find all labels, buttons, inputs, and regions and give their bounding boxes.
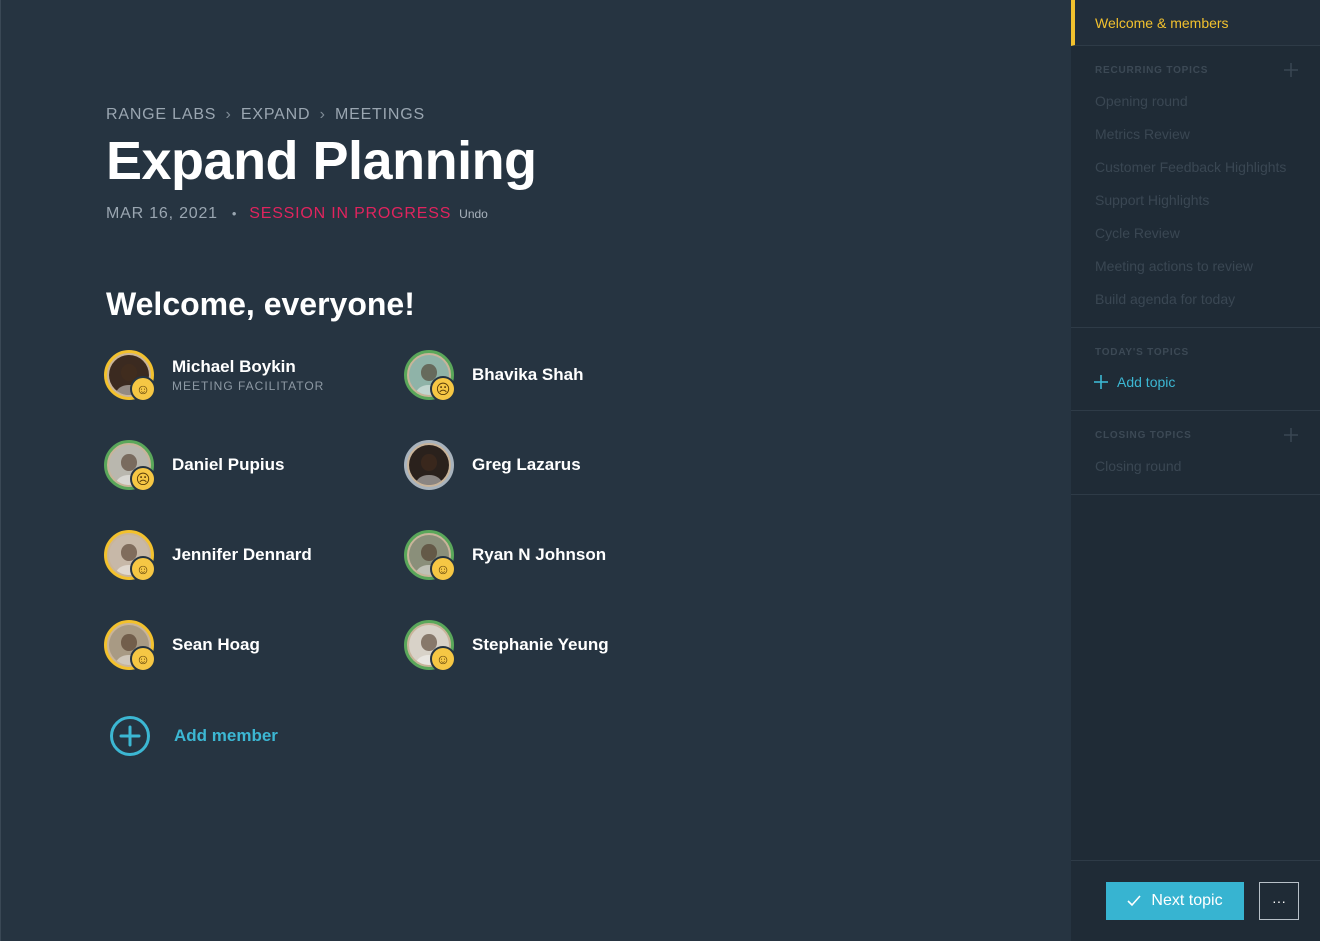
page-title: Expand Planning (106, 131, 537, 191)
main-content: RANGE LABS › EXPAND › MEETINGS Expand Pl… (1, 0, 1071, 941)
undo-link[interactable]: Undo (459, 207, 488, 221)
avatar: ☹ (104, 440, 156, 492)
member-name: Daniel Pupius (172, 455, 285, 474)
sidebar-topic-item[interactable]: Build agenda for today (1071, 282, 1320, 315)
avatar: ☹ (404, 350, 456, 402)
member-info: Bhavika Shah (472, 365, 584, 385)
member-name: Michael Boykin (172, 357, 296, 376)
section-heading-label: RECURRING TOPICS (1095, 64, 1209, 76)
member-info: Jennifer Dennard (172, 545, 312, 565)
member-card[interactable]: Greg Lazarus (404, 437, 581, 493)
avatar: ☺ (104, 620, 156, 672)
member-info: Sean Hoag (172, 635, 260, 655)
mood-emoji-icon: ☹ (430, 376, 456, 402)
member-name: Sean Hoag (172, 635, 260, 654)
welcome-heading: Welcome, everyone! (106, 286, 415, 322)
sidebar-topic-item[interactable]: Metrics Review (1071, 117, 1320, 150)
mood-emoji-icon: ☺ (130, 556, 156, 582)
add-recurring-topic-button[interactable] (1281, 60, 1301, 80)
member-name: Bhavika Shah (472, 365, 584, 384)
sidebar-item-welcome[interactable]: Welcome & members (1071, 0, 1320, 46)
member-card[interactable]: ☺ Jennifer Dennard (104, 527, 312, 583)
todays-topics-section: TODAY'S TOPICS Add topic (1071, 328, 1320, 411)
sidebar-topic-item[interactable]: Customer Feedback Highlights (1071, 150, 1320, 183)
member-card[interactable]: ☹ Bhavika Shah (404, 347, 584, 403)
member-info: Daniel Pupius (172, 455, 284, 475)
avatar: ☺ (404, 530, 456, 582)
section-heading-label: CLOSING TOPICS (1095, 429, 1192, 441)
plus-icon (1284, 428, 1298, 442)
add-member-button[interactable]: Add member (106, 712, 278, 760)
member-card[interactable]: ☺ Stephanie Yeung (404, 617, 609, 673)
check-icon (1127, 895, 1142, 907)
mood-emoji-icon: ☺ (430, 556, 456, 582)
sidebar-topic-item[interactable]: Cycle Review (1071, 216, 1320, 249)
app-window: RANGE LABS › EXPAND › MEETINGS Expand Pl… (0, 0, 1320, 941)
breadcrumb-separator: › (319, 106, 326, 123)
breadcrumb-separator: › (225, 106, 232, 123)
mood-emoji-icon: ☺ (130, 376, 156, 402)
avatar: ☺ (404, 620, 456, 672)
plus-icon (1094, 375, 1108, 389)
sidebar-footer: Next topic ··· (1071, 860, 1320, 941)
session-status: SESSION IN PROGRESS (249, 205, 452, 222)
member-card[interactable]: ☺ Michael Boykin MEETING FACILITATOR (104, 347, 324, 403)
avatar-photo (409, 445, 449, 485)
member-role: MEETING FACILITATOR (172, 379, 325, 393)
section-heading-label: TODAY'S TOPICS (1095, 346, 1189, 358)
member-info: Ryan N Johnson (472, 545, 606, 565)
plus-icon (1284, 63, 1298, 77)
mood-emoji-icon: ☹ (130, 466, 156, 492)
member-card[interactable]: ☺ Ryan N Johnson (404, 527, 606, 583)
member-info: Stephanie Yeung (472, 635, 609, 655)
mood-emoji-icon: ☺ (430, 646, 456, 672)
member-name: Jennifer Dennard (172, 545, 312, 564)
closing-topics-heading: CLOSING TOPICS (1071, 425, 1320, 445)
sidebar-topic-item[interactable]: Opening round (1071, 84, 1320, 117)
add-closing-topic-button[interactable] (1281, 425, 1301, 445)
breadcrumb-item-org[interactable]: RANGE LABS (106, 106, 216, 123)
next-topic-button[interactable]: Next topic (1106, 882, 1244, 920)
member-name: Greg Lazarus (472, 455, 581, 474)
add-topic-label: Add topic (1117, 374, 1176, 390)
member-info: Greg Lazarus (472, 455, 581, 475)
recurring-topics-heading: RECURRING TOPICS (1071, 60, 1320, 80)
avatar (404, 440, 454, 490)
add-topic-button[interactable]: Add topic (1071, 366, 1320, 398)
meeting-meta: MAR 16, 2021 • SESSION IN PROGRESS Undo (106, 205, 488, 223)
avatar: ☺ (104, 350, 156, 402)
recurring-topics-list: Opening round Metrics Review Customer Feed… (1071, 84, 1320, 315)
member-info: Michael Boykin MEETING FACILITATOR (172, 357, 324, 393)
plus-circle-icon (106, 712, 154, 760)
sidebar-topic-item[interactable]: Closing round (1071, 449, 1320, 482)
breadcrumb-item-meetings[interactable]: MEETINGS (335, 106, 425, 123)
member-name: Stephanie Yeung (472, 635, 609, 654)
sidebar-topic-item[interactable]: Meeting actions to review (1071, 249, 1320, 282)
todays-topics-heading: TODAY'S TOPICS (1071, 342, 1320, 362)
breadcrumb-item-team[interactable]: EXPAND (241, 106, 310, 123)
add-member-label: Add member (174, 726, 278, 745)
ellipsis-icon: ··· (1272, 893, 1286, 909)
member-card[interactable]: ☺ Sean Hoag (104, 617, 260, 673)
more-options-button[interactable]: ··· (1259, 882, 1299, 920)
meeting-date: MAR 16, 2021 (106, 205, 218, 222)
member-name: Ryan N Johnson (472, 545, 607, 564)
closing-topics-list: Closing round (1071, 449, 1320, 482)
sidebar-topic-item[interactable]: Support Highlights (1071, 183, 1320, 216)
member-card[interactable]: ☹ Daniel Pupius (104, 437, 284, 493)
agenda-sidebar: Welcome & members RECURRING TOPICS Openi… (1071, 0, 1320, 941)
closing-topics-section: CLOSING TOPICS Closing round (1071, 411, 1320, 495)
breadcrumb: RANGE LABS › EXPAND › MEETINGS (106, 106, 425, 124)
recurring-topics-section: RECURRING TOPICS Opening round Metrics Re… (1071, 46, 1320, 328)
next-topic-label: Next topic (1151, 892, 1223, 909)
meta-separator: • (231, 206, 238, 221)
avatar: ☺ (104, 530, 156, 582)
mood-emoji-icon: ☺ (130, 646, 156, 672)
